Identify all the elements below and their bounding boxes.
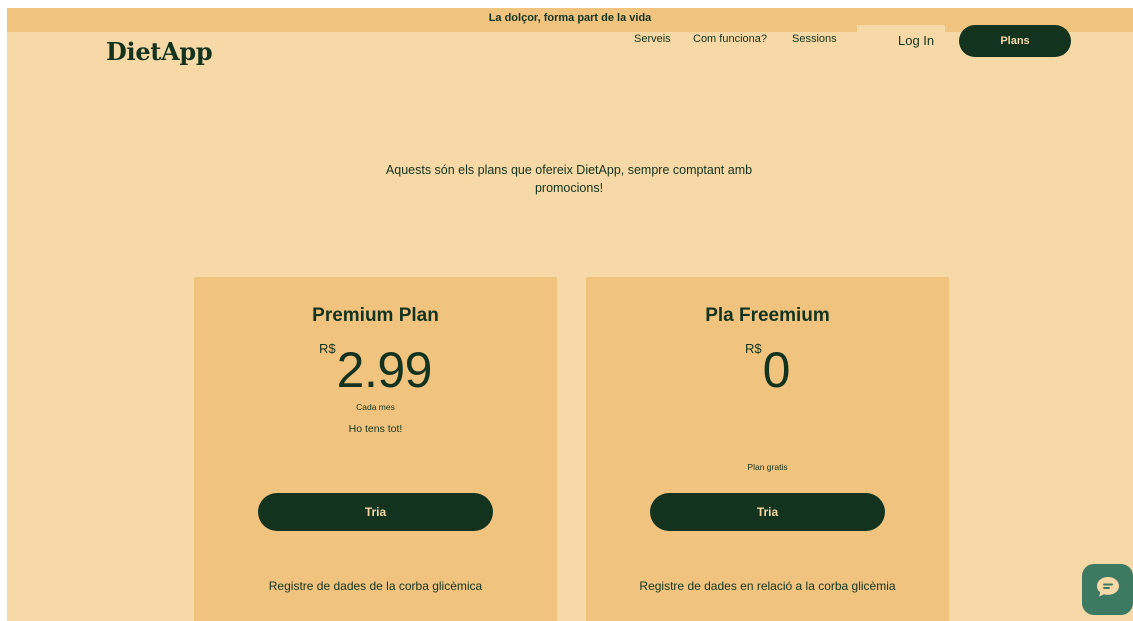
price-amount: 2.99 [336, 342, 433, 398]
price-currency: R$ [319, 341, 336, 356]
chat-bubble-icon [1095, 575, 1121, 604]
page: La dolçor, forma part de la vida DietApp… [7, 8, 1133, 621]
nav-link-serveis[interactable]: Serveis [634, 33, 671, 45]
price-period: Cada mes [356, 402, 395, 412]
price-amount: 0 [762, 342, 791, 398]
price-currency: R$ [745, 341, 762, 356]
plan-feature: Registre de dades de la corba glicèmica [268, 579, 483, 593]
browser-viewport: La dolçor, forma part de la vida DietApp… [0, 0, 1133, 621]
intro-text: Aquests són els plans que ofereix DietAp… [385, 163, 753, 195]
nav-link-sessions[interactable]: Sessions [792, 33, 837, 45]
choose-premium-button[interactable]: Tria [258, 493, 493, 531]
plan-price: R$ 0 [586, 339, 949, 401]
plan-price: R$ 2.99 [194, 339, 557, 401]
plan-card-freemium: Pla Freemium R$ 0 Plan gratis Tria Regis… [586, 277, 949, 621]
plan-note: Plan gratis [747, 462, 788, 472]
plan-card-premium: Premium Plan R$ 2.99 Cada mes Ho tens to… [194, 277, 557, 621]
announcement-text: La dolçor, forma part de la vida [488, 12, 652, 24]
brand-logo[interactable]: DietApp [106, 37, 213, 66]
login-link[interactable]: Log In [898, 33, 934, 48]
plan-feature: Registre de dades en relació a la corba … [639, 579, 896, 593]
nav-link-com-funciona[interactable]: Com funciona? [693, 33, 767, 45]
plan-tagline: Ho tens tot! [348, 423, 403, 435]
login-tab-highlight [857, 25, 945, 33]
plan-title: Premium Plan [312, 305, 439, 326]
choose-freemium-button[interactable]: Tria [650, 493, 885, 531]
plans-button[interactable]: Plans [959, 25, 1071, 57]
chat-button[interactable] [1082, 564, 1133, 615]
plan-title: Pla Freemium [705, 305, 830, 326]
